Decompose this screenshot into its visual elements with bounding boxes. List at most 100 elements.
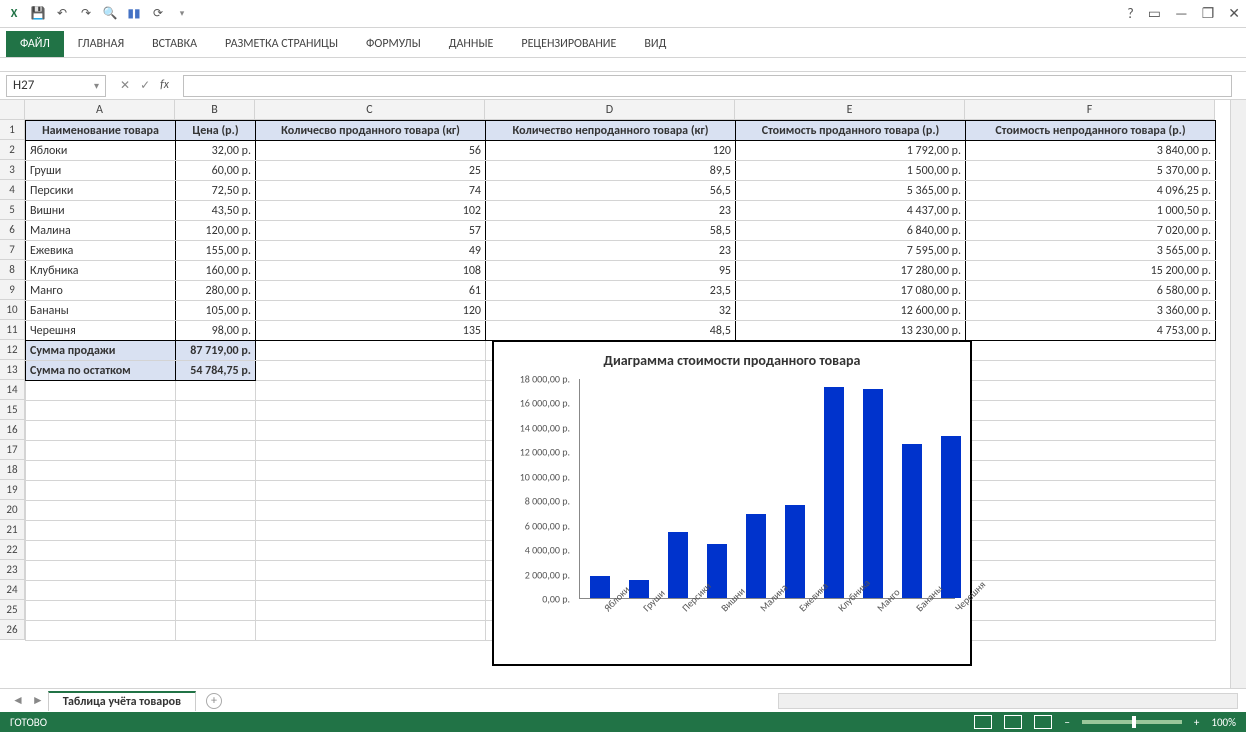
cell[interactable]	[256, 541, 486, 561]
cell[interactable]: 87 719,00 р.	[176, 341, 256, 361]
cell[interactable]: 1 792,00 р.	[736, 141, 966, 161]
formula-input[interactable]	[183, 75, 1232, 97]
cell[interactable]	[256, 561, 486, 581]
chart-bar[interactable]	[902, 444, 922, 598]
select-all-corner[interactable]	[0, 100, 25, 120]
fx-icon[interactable]: fx	[160, 78, 175, 93]
row-header-13[interactable]: 13	[0, 360, 25, 380]
horizontal-scrollbar[interactable]	[778, 693, 1238, 709]
cell[interactable]	[256, 581, 486, 601]
cell[interactable]	[176, 541, 256, 561]
cell[interactable]: Яблоки	[26, 141, 176, 161]
cell[interactable]: Наименование товара	[26, 121, 176, 141]
cell[interactable]: 108	[256, 261, 486, 281]
row-header-22[interactable]: 22	[0, 540, 25, 560]
col-header-D[interactable]: D	[485, 100, 735, 120]
row-header-15[interactable]: 15	[0, 400, 25, 420]
cell[interactable]	[966, 421, 1216, 441]
normal-view-button[interactable]	[974, 715, 992, 729]
cell[interactable]	[26, 401, 176, 421]
cell[interactable]: 280,00 р.	[176, 281, 256, 301]
col-header-C[interactable]: C	[255, 100, 485, 120]
cell[interactable]: Количесво проданного товара (кг)	[256, 121, 486, 141]
cell[interactable]	[256, 521, 486, 541]
cell[interactable]	[176, 441, 256, 461]
cell[interactable]: 56,5	[486, 181, 736, 201]
row-header-10[interactable]: 10	[0, 300, 25, 320]
cell[interactable]	[256, 381, 486, 401]
cell[interactable]: 1 500,00 р.	[736, 161, 966, 181]
cell[interactable]: Ежевика	[26, 241, 176, 261]
cell[interactable]: 135	[256, 321, 486, 341]
cell[interactable]: 12 600,00 р.	[736, 301, 966, 321]
cell[interactable]: 6 580,00 р.	[966, 281, 1216, 301]
cell[interactable]: Манго	[26, 281, 176, 301]
cell[interactable]: Стоимость проданного товара (р.)	[736, 121, 966, 141]
row-headers[interactable]: 1234567891011121314151617181920212223242…	[0, 120, 25, 641]
cell[interactable]	[966, 381, 1216, 401]
cell[interactable]: 7 595,00 р.	[736, 241, 966, 261]
cell[interactable]: Вишни	[26, 201, 176, 221]
page-break-view-button[interactable]	[1034, 715, 1052, 729]
row-header-19[interactable]: 19	[0, 480, 25, 500]
tab-data[interactable]: ДАННЫЕ	[435, 31, 508, 57]
zoom-out-button[interactable]: −	[1064, 716, 1069, 729]
row-header-17[interactable]: 17	[0, 440, 25, 460]
row-header-26[interactable]: 26	[0, 620, 25, 640]
cell[interactable]: 13 230,00 р.	[736, 321, 966, 341]
cell[interactable]: 48,5	[486, 321, 736, 341]
cell[interactable]	[176, 601, 256, 621]
cell[interactable]: 3 360,00 р.	[966, 301, 1216, 321]
row-header-1[interactable]: 1	[0, 120, 25, 140]
cell[interactable]: 60,00 р.	[176, 161, 256, 181]
cell[interactable]	[966, 341, 1216, 361]
cell[interactable]	[176, 581, 256, 601]
row-header-2[interactable]: 2	[0, 140, 25, 160]
cell[interactable]: 120	[486, 141, 736, 161]
row-header-12[interactable]: 12	[0, 340, 25, 360]
cell[interactable]: 43,50 р.	[176, 201, 256, 221]
tab-file[interactable]: ФАЙЛ	[6, 31, 64, 57]
cell[interactable]: 160,00 р.	[176, 261, 256, 281]
row-header-24[interactable]: 24	[0, 580, 25, 600]
tab-review[interactable]: РЕЦЕНЗИРОВАНИЕ	[507, 31, 630, 57]
cell[interactable]: 15 200,00 р.	[966, 261, 1216, 281]
cell[interactable]: Малина	[26, 221, 176, 241]
cell[interactable]	[26, 461, 176, 481]
cell[interactable]: 25	[256, 161, 486, 181]
cell[interactable]	[176, 481, 256, 501]
cell[interactable]: 3 840,00 р.	[966, 141, 1216, 161]
cell[interactable]: 4 437,00 р.	[736, 201, 966, 221]
vertical-scrollbar[interactable]	[1230, 100, 1246, 688]
cell[interactable]	[966, 521, 1216, 541]
cell[interactable]: 74	[256, 181, 486, 201]
close-button[interactable]: ✕	[1228, 5, 1240, 22]
cell[interactable]: 61	[256, 281, 486, 301]
cell[interactable]: Персики	[26, 181, 176, 201]
cell[interactable]	[26, 481, 176, 501]
chart-bar[interactable]	[629, 580, 649, 598]
name-box[interactable]: H27 ▾	[6, 75, 106, 97]
cell[interactable]: 98,00 р.	[176, 321, 256, 341]
cancel-formula-icon[interactable]: ✕	[120, 78, 130, 93]
cell[interactable]: 17 080,00 р.	[736, 281, 966, 301]
cell[interactable]: 105,00 р.	[176, 301, 256, 321]
tab-home[interactable]: ГЛАВНАЯ	[64, 31, 138, 57]
chart-bar[interactable]	[668, 532, 688, 598]
cell[interactable]	[26, 421, 176, 441]
name-box-dropdown-icon[interactable]: ▾	[94, 79, 99, 92]
cell[interactable]: 1 000,50 р.	[966, 201, 1216, 221]
row-header-23[interactable]: 23	[0, 560, 25, 580]
cell[interactable]: 58,5	[486, 221, 736, 241]
refresh-icon[interactable]: ⟳	[150, 6, 166, 22]
cell[interactable]	[176, 381, 256, 401]
cell[interactable]	[256, 341, 486, 361]
cell[interactable]	[176, 621, 256, 641]
cell[interactable]	[176, 501, 256, 521]
row-header-9[interactable]: 9	[0, 280, 25, 300]
cell[interactable]	[176, 521, 256, 541]
embedded-chart[interactable]: Диаграмма стоимости проданного товара 0,…	[492, 340, 972, 666]
cell[interactable]: 95	[486, 261, 736, 281]
cell[interactable]: 23	[486, 201, 736, 221]
cell[interactable]	[966, 501, 1216, 521]
